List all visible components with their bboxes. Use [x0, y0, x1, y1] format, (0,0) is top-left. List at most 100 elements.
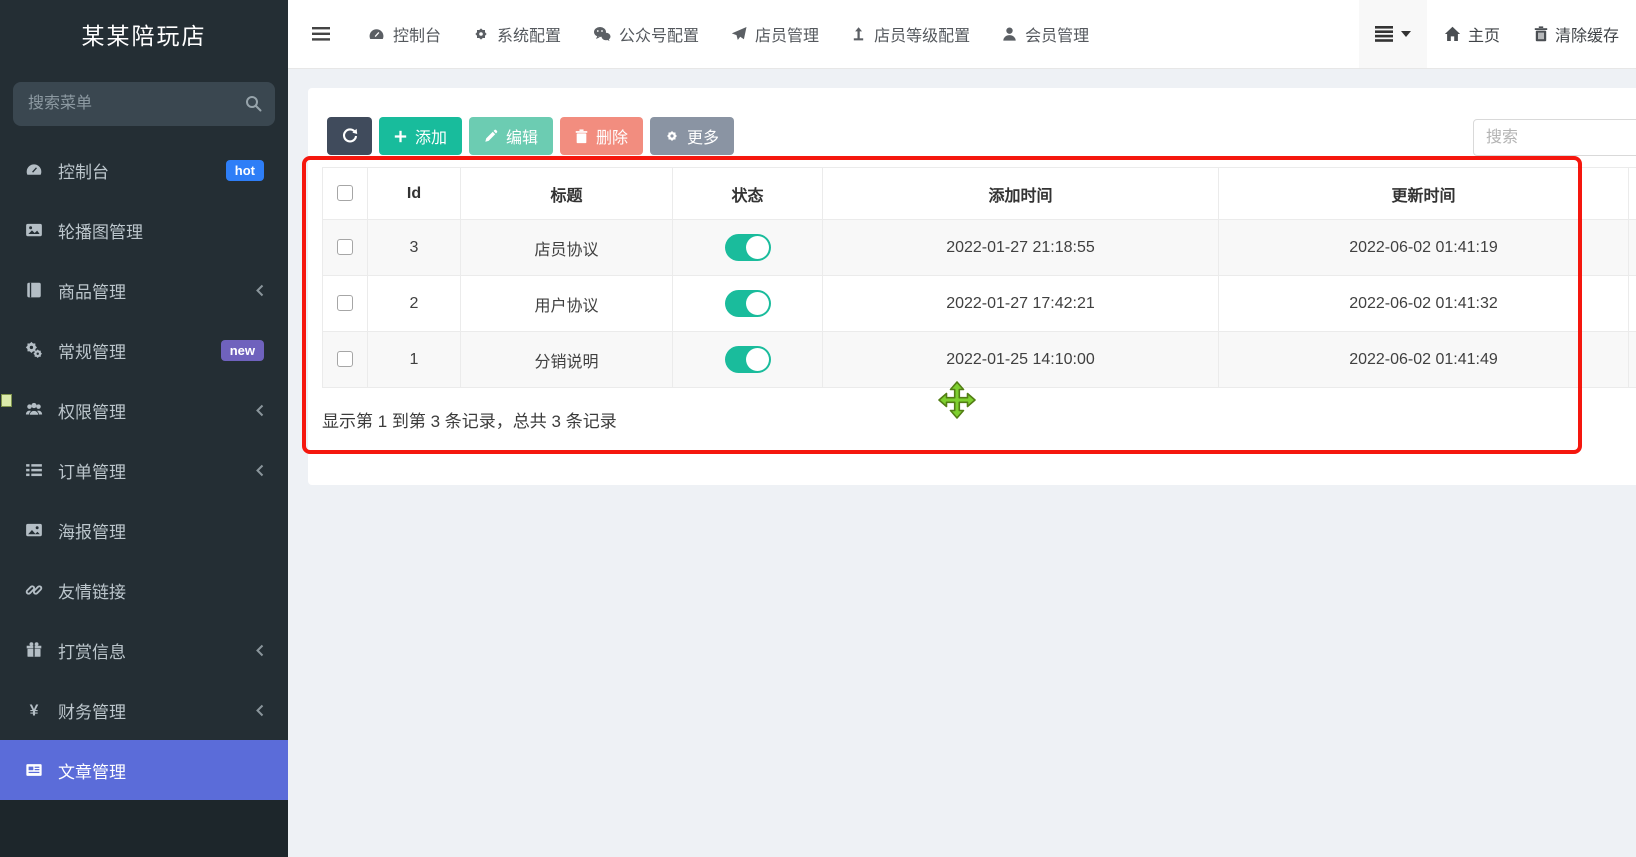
plus-icon: [394, 130, 407, 143]
list-icon: [24, 461, 44, 479]
nav-item-clerk-level-config[interactable]: 店员等级配置: [851, 22, 970, 46]
search-icon: [245, 95, 262, 112]
refresh-button[interactable]: [327, 117, 372, 155]
nav-item-clerk-management[interactable]: 店员管理: [731, 22, 819, 46]
nav-clear-cache-label: 清除缓存: [1555, 22, 1619, 46]
content-panel: 添加 编辑 删除 更多 Id 标题 状态 添加时间 更新时间: [308, 88, 1636, 485]
list-menu-icon: [1375, 26, 1395, 42]
sidebar-search-input[interactable]: [13, 82, 275, 126]
gauge-icon: [368, 26, 385, 43]
table-search-input[interactable]: [1473, 119, 1636, 156]
nav-item-label: 公众号配置: [619, 22, 699, 46]
pencil-icon: [484, 129, 498, 143]
nav-item-console[interactable]: 控制台: [368, 22, 441, 46]
sidebar-item-label: 友情链接: [58, 578, 126, 603]
green-marker-square: [1, 394, 12, 407]
sidebar-item-links[interactable]: 友情链接: [0, 560, 288, 620]
records-summary: 显示第 1 到第 3 条记录，总共 3 条记录: [322, 407, 617, 432]
sidebar-item-label: 常规管理: [58, 338, 126, 363]
column-header-created[interactable]: 添加时间: [823, 168, 1219, 220]
sidebar-item-label: 轮播图管理: [58, 218, 143, 243]
select-all-checkbox[interactable]: [337, 185, 353, 201]
column-header-title[interactable]: 标题: [461, 168, 673, 220]
sidebar-item-label: 控制台: [58, 158, 109, 183]
row-checkbox[interactable]: [337, 351, 353, 367]
cell-id: 3: [368, 220, 461, 276]
row-checkbox[interactable]: [337, 295, 353, 311]
sidebar-item-label: 打赏信息: [58, 638, 126, 663]
cell-extra: [1629, 332, 1636, 388]
sidebar-item-goods[interactable]: 商品管理: [0, 260, 288, 320]
sidebar-footer: [0, 800, 288, 857]
sidebar: 某某陪玩店 控制台 hot 轮播图管理 商品管理 常规管理 new 权限管理: [0, 0, 288, 857]
cell-id: 2: [368, 276, 461, 332]
sidebar-menu: 控制台 hot 轮播图管理 商品管理 常规管理 new 权限管理 订单管理: [0, 140, 288, 800]
edit-button[interactable]: 编辑: [469, 117, 553, 155]
toolbar: 添加 编辑 删除 更多: [327, 117, 734, 155]
cell-created: 2022-01-25 14:10:00: [823, 332, 1219, 388]
nav-item-label: 店员管理: [755, 22, 819, 46]
home-icon: [1444, 26, 1461, 42]
cell-title: 店员协议: [461, 220, 673, 276]
user-icon: [1002, 26, 1017, 42]
status-toggle[interactable]: [725, 234, 771, 261]
cell-title: 分销说明: [461, 332, 673, 388]
column-header-updated[interactable]: 更新时间: [1219, 168, 1629, 220]
new-badge: new: [221, 340, 264, 361]
column-header-status[interactable]: 状态: [673, 168, 823, 220]
cell-updated: 2022-06-02 01:41:49: [1219, 332, 1629, 388]
sidebar-item-label: 海报管理: [58, 518, 126, 543]
nav-item-system-config[interactable]: 系统配置: [473, 22, 561, 46]
nav-home[interactable]: 主页: [1427, 22, 1517, 46]
trash-icon: [1534, 26, 1548, 42]
refresh-icon: [342, 128, 358, 144]
newspaper-icon: [24, 761, 44, 779]
app-title: 某某陪玩店: [0, 0, 288, 72]
image-icon: [24, 221, 44, 239]
trash-icon: [575, 129, 588, 144]
menu-toggle-icon[interactable]: [312, 27, 330, 41]
row-checkbox[interactable]: [337, 239, 353, 255]
sidebar-item-permission[interactable]: 权限管理: [0, 380, 288, 440]
column-header-id[interactable]: Id: [368, 168, 461, 220]
delete-button[interactable]: 删除: [560, 117, 643, 155]
sidebar-item-articles[interactable]: 文章管理: [0, 740, 288, 800]
nav-item-label: 店员等级配置: [874, 22, 970, 46]
delete-button-label: 删除: [596, 124, 628, 148]
more-button-label: 更多: [687, 124, 719, 148]
chevron-left-icon: [256, 464, 264, 477]
toggle-knob: [746, 292, 769, 315]
cell-title: 用户协议: [461, 276, 673, 332]
nav-list-dropdown[interactable]: [1359, 0, 1427, 68]
cell-created: 2022-01-27 17:42:21: [823, 276, 1219, 332]
more-button[interactable]: 更多: [650, 117, 734, 155]
sidebar-item-orders[interactable]: 订单管理: [0, 440, 288, 500]
table-row: 3 店员协议 2022-01-27 21:18:55 2022-06-02 01…: [323, 220, 1636, 276]
sidebar-item-poster[interactable]: 海报管理: [0, 500, 288, 560]
sidebar-item-label: 商品管理: [58, 278, 126, 303]
chevron-left-icon: [256, 644, 264, 657]
level-up-icon: [851, 26, 866, 42]
sidebar-item-general[interactable]: 常规管理 new: [0, 320, 288, 380]
cell-id: 1: [368, 332, 461, 388]
sidebar-item-label: 订单管理: [58, 458, 126, 483]
edit-button-label: 编辑: [506, 124, 538, 148]
nav-item-label: 系统配置: [497, 22, 561, 46]
nav-clear-cache[interactable]: 清除缓存: [1517, 22, 1636, 46]
nav-item-member-management[interactable]: 会员管理: [1002, 22, 1089, 46]
articles-table: Id 标题 状态 添加时间 更新时间 3 店员协议 2022-01-27 21:…: [322, 167, 1636, 388]
sidebar-item-console[interactable]: 控制台 hot: [0, 140, 288, 200]
status-toggle[interactable]: [725, 290, 771, 317]
status-toggle[interactable]: [725, 346, 771, 373]
table-row: 2 用户协议 2022-01-27 17:42:21 2022-06-02 01…: [323, 276, 1636, 332]
sidebar-item-label: 财务管理: [58, 698, 126, 723]
poster-icon: [24, 521, 44, 539]
sidebar-item-banner[interactable]: 轮播图管理: [0, 200, 288, 260]
add-button-label: 添加: [415, 124, 447, 148]
add-button[interactable]: 添加: [379, 117, 462, 155]
svg-text:¥: ¥: [30, 703, 39, 719]
column-header-extra: [1629, 168, 1636, 220]
sidebar-item-finance[interactable]: ¥ 财务管理: [0, 680, 288, 740]
nav-item-wechat-config[interactable]: 公众号配置: [593, 22, 699, 46]
sidebar-item-reward[interactable]: 打赏信息: [0, 620, 288, 680]
